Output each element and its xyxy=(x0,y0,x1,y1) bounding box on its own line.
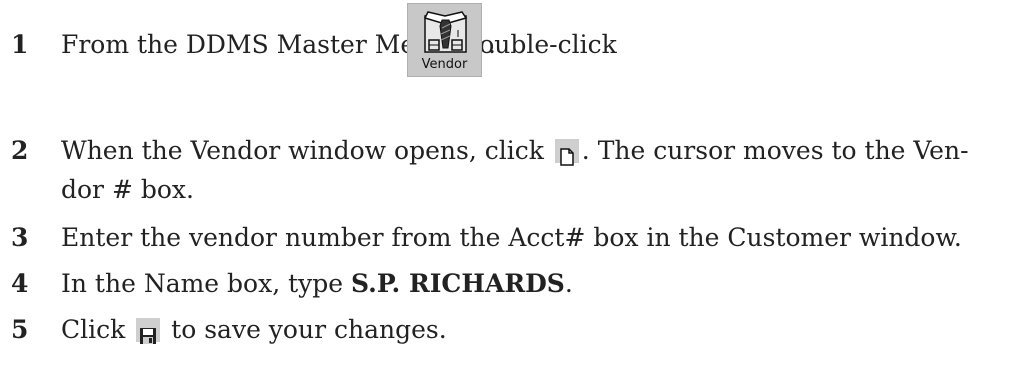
vendor-button[interactable]: Vendor xyxy=(407,3,482,77)
step-1-period: . xyxy=(488,30,496,59)
new-document-icon xyxy=(560,147,574,166)
floppy-disk-icon xyxy=(140,327,157,344)
step-number: 3 xyxy=(11,223,29,252)
step-text: In the Name box, type S.P. RICHARDS. xyxy=(61,269,573,298)
vendor-name-value: S.P. RICHARDS xyxy=(351,269,565,298)
new-button[interactable] xyxy=(554,138,579,166)
save-button[interactable] xyxy=(136,317,161,344)
step-number: 4 xyxy=(11,269,29,298)
step-number: 1 xyxy=(11,30,29,59)
step-text: From the DDMS Master Menu, double-click xyxy=(61,30,617,59)
step-number: 2 xyxy=(11,136,29,165)
vendor-button-label: Vendor xyxy=(421,57,468,72)
step-text: Enter the vendor number from the Acct# b… xyxy=(61,223,962,252)
step-text: Click to save your changes. xyxy=(61,308,447,352)
step-text: When the Vendor window opens, click . Th… xyxy=(61,129,969,173)
step-number: 5 xyxy=(11,315,29,344)
shirt-tie-icon xyxy=(423,11,468,53)
